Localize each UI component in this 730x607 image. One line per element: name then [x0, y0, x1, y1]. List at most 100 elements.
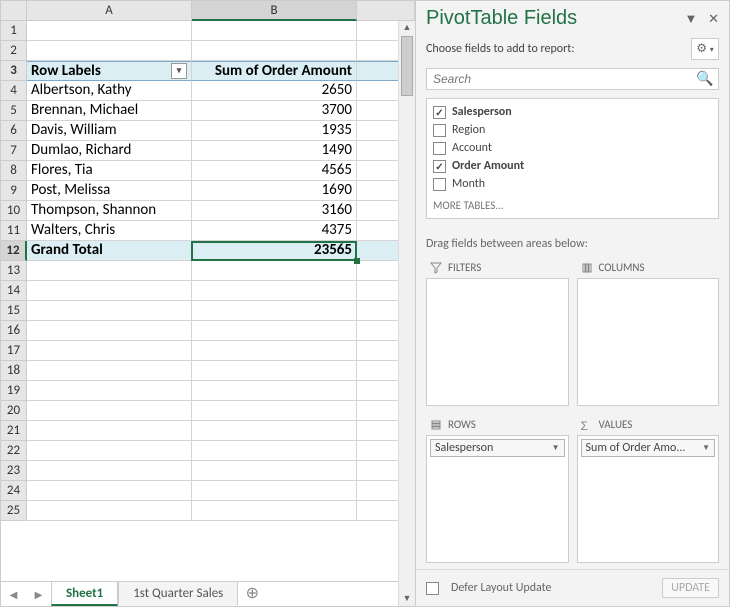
- row-header[interactable]: 17: [1, 341, 27, 361]
- row-header[interactable]: 24: [1, 481, 27, 501]
- add-sheet-button[interactable]: ⊕: [238, 582, 266, 606]
- row-header[interactable]: 22: [1, 441, 27, 461]
- cell[interactable]: [27, 341, 192, 361]
- cell[interactable]: 4565: [192, 161, 357, 181]
- row-header[interactable]: 18: [1, 361, 27, 381]
- search-icon[interactable]: 🔍: [692, 69, 718, 89]
- cell[interactable]: Thompson, Shannon: [27, 201, 192, 221]
- cell[interactable]: [27, 481, 192, 501]
- row-header[interactable]: 25: [1, 501, 27, 521]
- cell[interactable]: [192, 341, 357, 361]
- cell[interactable]: Albertson, Kathy: [27, 81, 192, 101]
- cell[interactable]: [192, 41, 357, 61]
- field-item[interactable]: Month: [431, 175, 714, 193]
- row-header[interactable]: 10: [1, 201, 27, 221]
- cell[interactable]: [192, 481, 357, 501]
- checkbox-icon[interactable]: [433, 106, 446, 119]
- cell[interactable]: [192, 21, 357, 41]
- cell[interactable]: 2650: [192, 81, 357, 101]
- cell[interactable]: [27, 501, 192, 521]
- cell[interactable]: Walters, Chris: [27, 221, 192, 241]
- values-chip[interactable]: Sum of Order Amo...▼: [581, 439, 716, 457]
- cell[interactable]: [27, 41, 192, 61]
- row-header[interactable]: 13: [1, 261, 27, 281]
- cell[interactable]: 1490: [192, 141, 357, 161]
- rows-chip[interactable]: Salesperson▼: [430, 439, 565, 457]
- tab-nav-arrows[interactable]: ◀▶: [1, 588, 51, 601]
- row-header[interactable]: 3: [1, 61, 27, 81]
- cell[interactable]: Post, Melissa: [27, 181, 192, 201]
- checkbox-icon[interactable]: [433, 178, 446, 191]
- pane-dropdown-icon[interactable]: ▼: [685, 12, 698, 27]
- row-header[interactable]: 23: [1, 461, 27, 481]
- row-header[interactable]: 21: [1, 421, 27, 441]
- column-header-rest[interactable]: [357, 1, 415, 21]
- scrollbar-thumb[interactable]: [401, 36, 413, 96]
- checkbox-icon[interactable]: [433, 160, 446, 173]
- sheet-tab-active[interactable]: Sheet1: [51, 582, 118, 606]
- cell[interactable]: [192, 261, 357, 281]
- cell[interactable]: 3700: [192, 101, 357, 121]
- more-tables-link[interactable]: MORE TABLES...: [431, 193, 714, 214]
- row-header[interactable]: 4: [1, 81, 27, 101]
- row-header[interactable]: 6: [1, 121, 27, 141]
- cell[interactable]: [27, 321, 192, 341]
- field-item[interactable]: Account: [431, 139, 714, 157]
- field-search[interactable]: 🔍: [426, 68, 719, 90]
- chevron-down-icon[interactable]: ▼: [552, 443, 560, 453]
- cell[interactable]: [192, 401, 357, 421]
- cell[interactable]: [27, 361, 192, 381]
- cell[interactable]: [192, 441, 357, 461]
- checkbox-icon[interactable]: [433, 142, 446, 155]
- cell[interactable]: [27, 461, 192, 481]
- cell[interactable]: [27, 441, 192, 461]
- row-header[interactable]: 11: [1, 221, 27, 241]
- field-item[interactable]: Salesperson: [431, 103, 714, 121]
- values-drop-area[interactable]: Sum of Order Amo...▼: [577, 435, 720, 563]
- column-header-a[interactable]: A: [27, 1, 192, 21]
- row-header[interactable]: 14: [1, 281, 27, 301]
- cell[interactable]: [27, 281, 192, 301]
- cell[interactable]: Grand Total: [27, 241, 192, 261]
- row-header[interactable]: 19: [1, 381, 27, 401]
- cell[interactable]: [27, 401, 192, 421]
- search-input[interactable]: [427, 69, 692, 89]
- cell[interactable]: Davis, William: [27, 121, 192, 141]
- field-item[interactable]: Order Amount: [431, 157, 714, 175]
- cell[interactable]: [27, 301, 192, 321]
- cell[interactable]: [192, 381, 357, 401]
- columns-drop-area[interactable]: [577, 278, 720, 406]
- cell[interactable]: Row Labels▾: [27, 61, 192, 81]
- column-header-b[interactable]: B: [192, 1, 357, 21]
- row-header[interactable]: 20: [1, 401, 27, 421]
- cell[interactable]: Flores, Tia: [27, 161, 192, 181]
- cell[interactable]: 23565: [192, 241, 357, 261]
- cell[interactable]: [192, 321, 357, 341]
- fill-handle[interactable]: [354, 258, 360, 264]
- cell[interactable]: 4375: [192, 221, 357, 241]
- cell[interactable]: [192, 461, 357, 481]
- row-header[interactable]: 7: [1, 141, 27, 161]
- cell[interactable]: [192, 301, 357, 321]
- row-header[interactable]: 2: [1, 41, 27, 61]
- filters-drop-area[interactable]: [426, 278, 569, 406]
- cell[interactable]: [27, 21, 192, 41]
- vertical-scrollbar[interactable]: ▲ ▼: [398, 21, 415, 606]
- cell[interactable]: [192, 361, 357, 381]
- cell[interactable]: Dumlao, Richard: [27, 141, 192, 161]
- rows-drop-area[interactable]: Salesperson▼: [426, 435, 569, 563]
- select-all-corner[interactable]: [1, 1, 27, 21]
- filter-dropdown-icon[interactable]: ▾: [171, 63, 187, 79]
- chevron-down-icon[interactable]: ▼: [702, 443, 710, 453]
- cell[interactable]: Brennan, Michael: [27, 101, 192, 121]
- cell[interactable]: [27, 381, 192, 401]
- cell[interactable]: [192, 421, 357, 441]
- cell[interactable]: [27, 421, 192, 441]
- cell[interactable]: 1935: [192, 121, 357, 141]
- sheet-tab-inactive[interactable]: 1st Quarter Sales: [118, 582, 238, 606]
- cell[interactable]: [27, 261, 192, 281]
- row-header[interactable]: 9: [1, 181, 27, 201]
- row-header[interactable]: 15: [1, 301, 27, 321]
- cell[interactable]: 3160: [192, 201, 357, 221]
- update-button[interactable]: UPDATE: [662, 578, 719, 598]
